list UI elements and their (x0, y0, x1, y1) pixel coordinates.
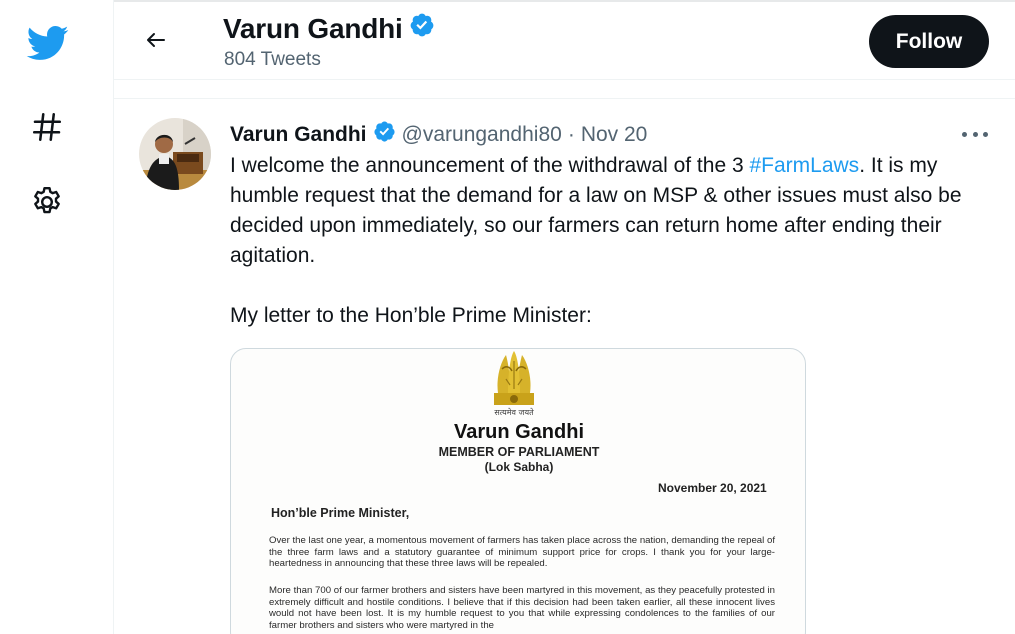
settings-link[interactable] (22, 177, 72, 227)
left-nav (0, 0, 96, 634)
tweet-timestamp[interactable]: Nov 20 (581, 123, 648, 147)
back-arrow-icon (147, 33, 165, 47)
more-dot-icon (983, 131, 988, 137)
profile-name-row: Varun Gandhi (223, 12, 435, 45)
tweet-author-name[interactable]: Varun Gandhi (230, 123, 367, 147)
letter-salutation: Hon’ble Prime Minister, (271, 506, 410, 520)
profile-header: Varun Gandhi 804 Tweets Follow (114, 0, 1015, 80)
tweet-header: Varun Gandhi @varungandhi80 · Nov 20 (230, 120, 647, 149)
tweet-text: I welcome the announcement of the withdr… (230, 151, 990, 271)
letter-paragraph: More than 700 of our farmer brothers and… (269, 585, 775, 631)
tweet-media-image[interactable]: सत्यमेव जयते Varun Gandhi MEMBER OF PARL… (230, 348, 806, 634)
avatar[interactable] (139, 118, 211, 190)
twitter-bird-icon (26, 26, 69, 60)
letter-house: (Lok Sabha) (484, 460, 554, 474)
explore-link[interactable] (22, 102, 72, 152)
hashtag-icon (32, 112, 62, 142)
twitter-home-link[interactable] (22, 18, 72, 68)
timeline-divider (114, 98, 1015, 99)
gear-icon (34, 187, 60, 214)
emblem-caption: सत्यमेव जयते (494, 408, 534, 417)
tweet-text-second-paragraph: My letter to the Hon’ble Prime Minister: (230, 304, 592, 327)
letter-image: सत्यमेव जयते Varun Gandhi MEMBER OF PARL… (231, 349, 805, 634)
hashtag-link[interactable]: #FarmLaws (749, 154, 859, 177)
tweet-text-part: I welcome the announcement of the withdr… (230, 154, 750, 177)
letter-date: November 20, 2021 (658, 481, 767, 495)
verified-badge-icon (409, 12, 435, 45)
verified-badge-icon (373, 120, 396, 149)
more-options-button[interactable] (960, 122, 990, 146)
more-dot-icon (972, 131, 978, 137)
main-column: Varun Gandhi 804 Tweets Follow Varun Gan… (113, 0, 1015, 634)
back-button[interactable] (138, 22, 174, 58)
letter-title: MEMBER OF PARLIAMENT (438, 445, 600, 459)
letter-name: Varun Gandhi (453, 421, 585, 443)
tweet-author-handle[interactable]: @varungandhi80 (402, 123, 562, 147)
meta-separator: · (567, 122, 575, 146)
letter-paragraph: Over the last one year, a momentous move… (269, 535, 775, 569)
profile-name: Varun Gandhi (223, 12, 403, 44)
follow-button[interactable]: Follow (869, 15, 989, 68)
tweet-count: 804 Tweets (224, 49, 321, 70)
more-dot-icon (962, 131, 967, 137)
